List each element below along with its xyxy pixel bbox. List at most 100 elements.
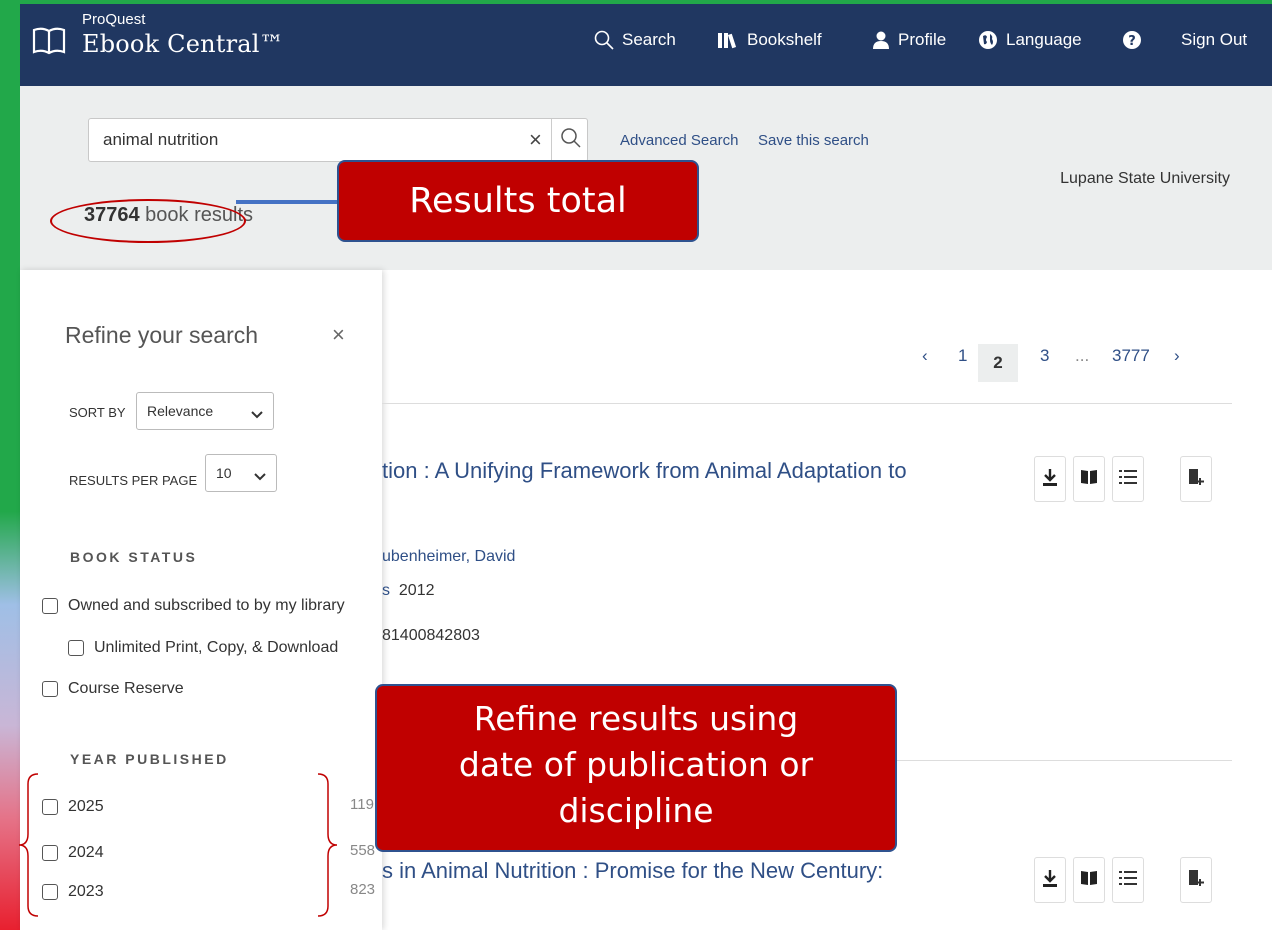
sort-by-value: Relevance [147,403,214,419]
book-status-heading: BOOK STATUS [70,549,198,565]
year-count: 558 [350,842,376,859]
callout-line: date of publication or [458,745,814,784]
checkbox[interactable] [42,799,58,815]
filter-year-2024[interactable]: 2024 [42,844,104,862]
checkbox[interactable] [42,845,58,861]
list-icon [1119,870,1137,890]
nav-profile-label: Profile [898,30,947,49]
institution-name: Lupane State University [1060,170,1230,187]
nav-sign-out-label: Sign Out [1181,30,1248,49]
annotation-brace-left [18,773,39,917]
filter-unlimited-print[interactable]: Unlimited Print, Copy, & Download [68,639,338,657]
download-button[interactable] [1034,456,1066,502]
close-icon[interactable]: × [332,322,345,348]
svg-text:?: ? [1128,34,1136,49]
globe-icon [978,30,998,50]
chevron-down-icon [251,406,263,422]
search-box: × [88,118,588,162]
callout-line: Refine results using [473,699,799,738]
callout-refine-results: Refine results using date of publication… [375,684,897,852]
table-of-contents-button[interactable] [1112,456,1144,502]
table-of-contents-button[interactable] [1112,857,1144,903]
year-published-heading: YEAR PUBLISHED [70,751,229,767]
bookshelf-icon [717,31,739,49]
app-header: ProQuest Ebook Central™ Search Bookshelf… [20,4,1272,86]
results-per-page-label: RESULTS PER PAGE [69,473,198,488]
sort-by-select[interactable]: Relevance [136,392,274,430]
filter-course-reserve[interactable]: Course Reserve [42,680,184,698]
search-input[interactable] [103,127,513,153]
result-isbn: 81400842803 [382,627,480,644]
clear-search-icon[interactable]: × [529,127,542,153]
filter-owned-subscribed[interactable]: Owned and subscribed to by my library [42,597,345,615]
nav-search-label: Search [622,30,676,49]
checkbox[interactable] [42,884,58,900]
add-to-shelf-icon [1187,869,1205,892]
pager-page-1[interactable]: 1 [958,346,967,366]
annotation-brace-right [317,773,338,917]
checkbox[interactable] [42,598,58,614]
results-highlight-oval [50,199,246,243]
filter-year-2023[interactable]: 2023 [42,883,104,901]
checkbox[interactable] [42,681,58,697]
callout-results-total: Results total [337,160,699,242]
help-icon: ? [1122,30,1142,50]
year-label: 2023 [68,883,104,900]
result-title-link[interactable]: tion : A Unifying Framework from Animal … [382,458,907,484]
brand-proquest: ProQuest [82,11,146,28]
filter-year-2025[interactable]: 2025 [42,798,104,816]
nav-sign-out[interactable]: Sign Out [1181,30,1247,50]
add-to-bookshelf-button[interactable] [1180,456,1212,502]
result-title-link[interactable]: s in Animal Nutrition : Promise for the … [382,858,883,884]
chevron-down-icon [254,468,266,484]
search-submit-button[interactable] [551,119,589,161]
nav-profile[interactable]: Profile [872,30,946,50]
year-count: 119 [350,796,374,813]
read-online-button[interactable] [1073,857,1105,903]
result-year: 2012 [398,582,435,599]
pager-next[interactable]: › [1174,346,1180,366]
open-book-icon [1080,870,1098,891]
pager-last-page[interactable]: 3777 [1112,346,1150,366]
add-to-bookshelf-button[interactable] [1180,857,1212,903]
brand-ebook-central[interactable]: Ebook Central™ [82,30,284,58]
nav-bookshelf-label: Bookshelf [747,30,822,49]
search-icon [594,30,614,50]
year-label: 2024 [68,844,104,861]
checkbox[interactable] [68,640,84,656]
download-button[interactable] [1034,857,1066,903]
filter-label: Course Reserve [68,680,184,697]
advanced-search-link[interactable]: Advanced Search [620,132,738,149]
open-book-icon [1080,469,1098,490]
filter-label: Unlimited Print, Copy, & Download [94,639,339,656]
download-icon [1042,869,1058,892]
callout-line: discipline [558,791,714,830]
year-count: 823 [350,881,376,898]
year-label: 2025 [68,798,104,815]
pager-prev[interactable]: ‹ [922,346,928,366]
nav-language-label: Language [1006,30,1082,49]
save-search-link[interactable]: Save this search [758,132,869,149]
book-logo-icon[interactable] [32,26,66,61]
results-per-page-select[interactable]: 10 [205,454,277,492]
profile-icon [872,31,890,49]
pager-ellipsis: ... [1075,346,1090,365]
add-to-shelf-icon [1187,468,1205,491]
filter-label: Owned and subscribed to by my library [68,597,345,614]
pager-page-2-current[interactable]: 2 [978,344,1018,382]
list-icon [1119,469,1137,489]
download-icon [1042,468,1058,491]
nav-language[interactable]: Language [978,30,1082,50]
result-publisher-link[interactable]: s [382,582,390,599]
nav-search[interactable]: Search [594,30,676,50]
divider [382,403,1232,404]
result-author-link[interactable]: ubenheimer, David [382,548,515,566]
help-button[interactable]: ? [1122,30,1142,50]
refine-title: Refine your search [65,322,259,348]
result-publisher-year: s 2012 [382,582,434,600]
nav-bookshelf[interactable]: Bookshelf [717,30,822,50]
search-icon [560,127,582,154]
pager-page-3[interactable]: 3 [1040,346,1049,366]
read-online-button[interactable] [1073,456,1105,502]
results-per-page-value: 10 [216,465,232,481]
